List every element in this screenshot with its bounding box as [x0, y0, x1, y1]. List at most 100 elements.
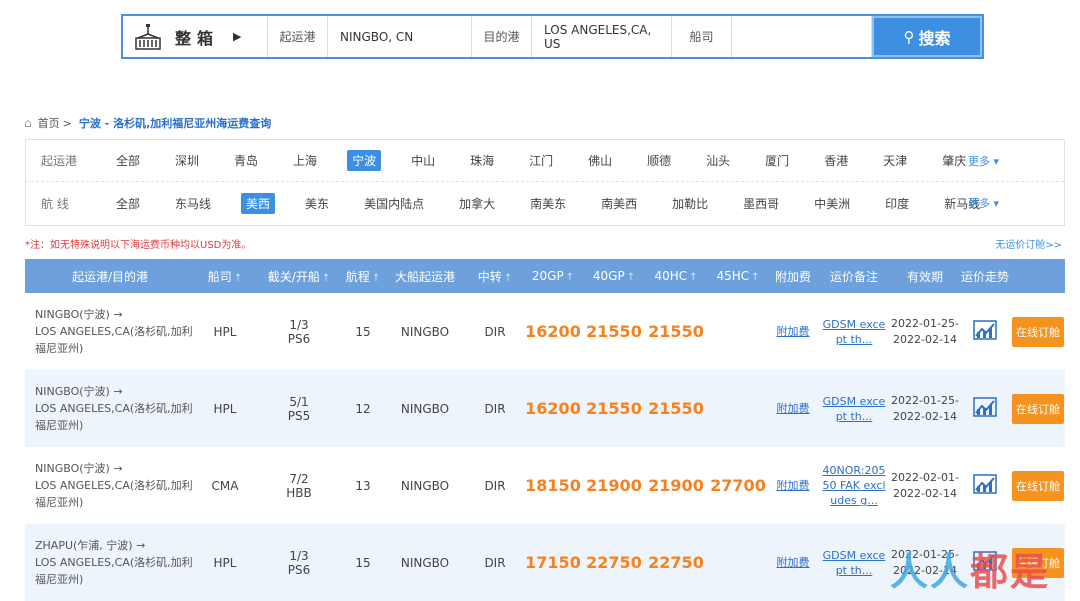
- route-text: 福尼亚州): [35, 417, 195, 434]
- breadcrumb-home[interactable]: 首页: [38, 115, 60, 131]
- sort-arrow-icon: ↑: [372, 273, 380, 284]
- origin-filter-item[interactable]: 珠海: [465, 150, 499, 171]
- destination-label: 目的港: [472, 16, 532, 57]
- origin-filter-item[interactable]: 上海: [288, 150, 322, 171]
- remark-link[interactable]: GDSM exce pt th...: [823, 395, 886, 423]
- route-filter-item[interactable]: 中美洲: [809, 193, 855, 214]
- column-header[interactable]: 船司↑: [195, 268, 255, 285]
- route-text: LOS ANGELES,CA(洛杉矶,加利: [35, 323, 195, 340]
- route-text: NINGBO(宁波) →: [35, 306, 195, 323]
- carrier-input[interactable]: [732, 16, 872, 57]
- booking-cell: 在线订舱: [1011, 394, 1065, 424]
- route-filter-item[interactable]: 东马线: [170, 193, 216, 214]
- route-filter-item[interactable]: 南美东: [525, 193, 571, 214]
- origin-filter-item[interactable]: 宁波: [347, 150, 381, 171]
- booking-cell: 在线订舱: [1011, 317, 1065, 347]
- validity-cell: 2022-02-01-2022-02-14: [891, 470, 959, 502]
- destination-input[interactable]: LOS ANGELES,CA, US: [532, 16, 672, 57]
- route-cell: NINGBO(宁波) →LOS ANGELES,CA(洛杉矶,加利福尼亚州): [25, 460, 195, 511]
- route-filter-item[interactable]: 全部: [111, 193, 145, 214]
- route-text: LOS ANGELES,CA(洛杉矶,加利: [35, 400, 195, 417]
- trend-chart-icon[interactable]: [973, 397, 997, 417]
- surcharge-link[interactable]: 附加费: [777, 556, 810, 569]
- column-header[interactable]: 中转↑: [467, 268, 523, 285]
- origin-filter-item[interactable]: 天津: [878, 150, 912, 171]
- column-header-label: 船司: [208, 270, 232, 284]
- route-filter-item[interactable]: 印度: [880, 193, 914, 214]
- sail-text: PS6: [255, 563, 343, 577]
- surcharge-link[interactable]: 附加费: [777, 479, 810, 492]
- schedule-cell: 5/1PS5: [255, 395, 343, 423]
- origin-filter-item[interactable]: 深圳: [170, 150, 204, 171]
- loading-port-cell: NINGBO: [383, 556, 467, 570]
- surcharge-link[interactable]: 附加费: [777, 402, 810, 415]
- route-filter-item[interactable]: 墨西哥: [738, 193, 784, 214]
- transit-days-cell: 15: [343, 556, 383, 570]
- transit-days-cell: 15: [343, 325, 383, 339]
- price-40hc: 21900: [645, 476, 707, 495]
- column-header[interactable]: 40GP↑: [583, 269, 645, 283]
- origin-filter-more[interactable]: 更多 ▾: [968, 153, 999, 169]
- surcharge-cell: 附加费: [769, 478, 817, 493]
- route-filter-item[interactable]: 美国内陆点: [359, 193, 429, 214]
- column-header-label: 运价备注: [830, 270, 878, 284]
- origin-filter-item[interactable]: 江门: [524, 150, 558, 171]
- origin-filter-item[interactable]: 香港: [819, 150, 853, 171]
- route-filter-item[interactable]: 美西: [241, 193, 275, 214]
- remark-cell: GDSM exce pt th...: [817, 317, 891, 347]
- no-rate-booking-link[interactable]: 无运价订舱>>: [995, 236, 1062, 251]
- origin-filter-item[interactable]: 厦门: [760, 150, 794, 171]
- route-filter-item[interactable]: 美东: [300, 193, 334, 214]
- origin-filter-item[interactable]: 汕头: [701, 150, 735, 171]
- column-header[interactable]: 航程↑: [343, 268, 383, 285]
- sail-text: PS5: [255, 409, 343, 423]
- remark-link[interactable]: 40NOR:205 50 FAK excl udes g...: [822, 464, 885, 507]
- column-header[interactable]: 截关/开船↑: [255, 268, 343, 285]
- remark-link[interactable]: GDSM exce pt th...: [823, 318, 886, 346]
- route-filter-item[interactable]: 加拿大: [454, 193, 500, 214]
- sort-arrow-icon: ↑: [566, 272, 574, 283]
- column-header-label: 40GP: [593, 269, 625, 283]
- origin-input[interactable]: NINGBO, CN: [328, 16, 472, 57]
- origin-filter-item[interactable]: 佛山: [583, 150, 617, 171]
- origin-filter-item[interactable]: 青岛: [229, 150, 263, 171]
- column-header[interactable]: 45HC↑: [707, 269, 769, 283]
- price-20gp: 16200: [523, 322, 583, 341]
- trend-cell: [959, 320, 1011, 343]
- trend-cell: [959, 397, 1011, 420]
- route-filter-more[interactable]: 更多 ▾: [968, 195, 999, 211]
- origin-filter-item[interactable]: 中山: [406, 150, 440, 171]
- valid-from: 2022-01-25-: [891, 316, 959, 332]
- book-online-button[interactable]: 在线订舱: [1012, 394, 1064, 424]
- book-online-button[interactable]: 在线订舱: [1012, 471, 1064, 501]
- column-header[interactable]: 40HC↑: [645, 269, 707, 283]
- trend-chart-icon[interactable]: [973, 474, 997, 494]
- schedule-cell: 7/2HBB: [255, 472, 343, 500]
- cutoff-text: 7/2: [255, 472, 343, 486]
- origin-filter-item[interactable]: 顺德: [642, 150, 676, 171]
- container-type-selector[interactable]: 整箱 ▶: [123, 16, 268, 57]
- column-header-label: 截关/开船: [268, 270, 320, 284]
- transit-type-cell: DIR: [467, 556, 523, 570]
- column-header: 起运港/目的港: [25, 268, 195, 285]
- remark-link[interactable]: GDSM exce pt th...: [823, 549, 886, 577]
- price-40gp: 22750: [583, 553, 645, 572]
- column-header[interactable]: 20GP↑: [523, 269, 583, 283]
- carrier-cell: HPL: [195, 556, 255, 570]
- column-header: 运价走势: [959, 268, 1011, 285]
- origin-filter-item[interactable]: 全部: [111, 150, 145, 171]
- trend-chart-icon[interactable]: [973, 320, 997, 340]
- surcharge-link[interactable]: 附加费: [777, 325, 810, 338]
- validity-cell: 2022-01-25-2022-02-14: [891, 393, 959, 425]
- origin-filter-item[interactable]: 肇庆: [937, 150, 971, 171]
- price-40hc: 22750: [645, 553, 707, 572]
- route-filter-item[interactable]: 南美西: [596, 193, 642, 214]
- search-icon: ⚲: [903, 28, 914, 46]
- search-button-label: 搜索: [918, 25, 950, 49]
- valid-from: 2022-01-25-: [891, 393, 959, 409]
- route-filter-item[interactable]: 加勒比: [667, 193, 713, 214]
- book-online-button[interactable]: 在线订舱: [1012, 317, 1064, 347]
- search-button[interactable]: ⚲ 搜索: [872, 16, 982, 57]
- route-text: NINGBO(宁波) →: [35, 460, 195, 477]
- remark-cell: GDSM exce pt th...: [817, 548, 891, 578]
